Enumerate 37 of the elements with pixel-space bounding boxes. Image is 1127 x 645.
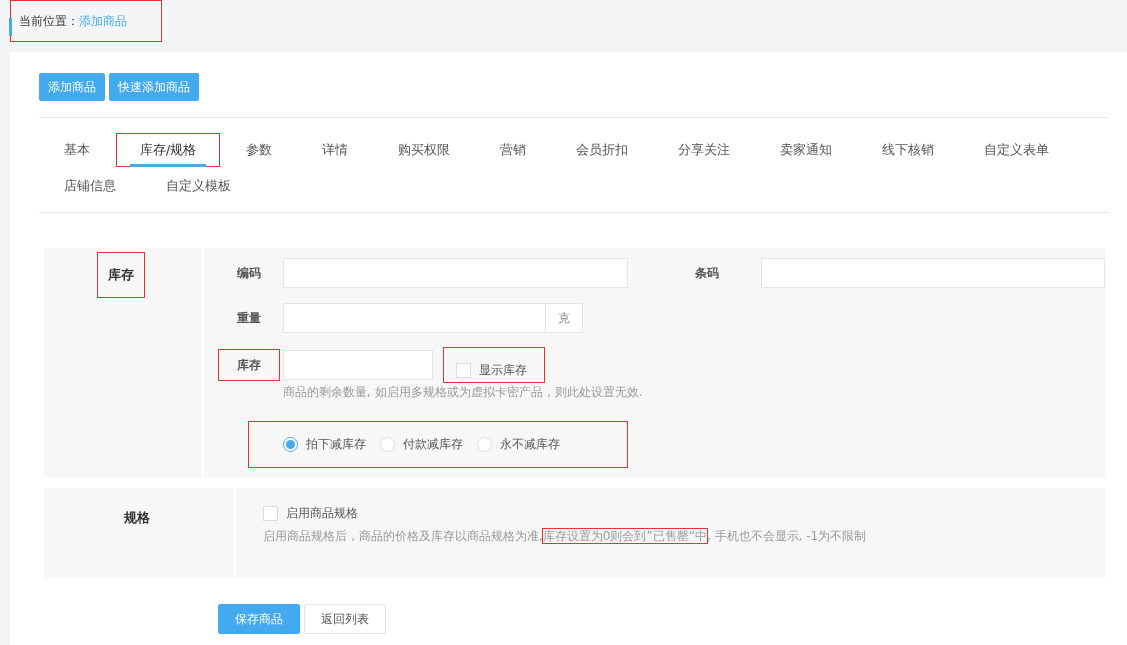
section-title: 库存 bbox=[98, 253, 145, 297]
radio-option[interactable]: 永不减库存 bbox=[477, 436, 560, 453]
input-field[interactable] bbox=[283, 303, 546, 333]
form-button[interactable]: 返回列表 bbox=[304, 604, 386, 634]
input-field[interactable] bbox=[283, 350, 433, 380]
tab[interactable]: 基本 bbox=[39, 132, 115, 168]
tab[interactable]: 线下核销 bbox=[857, 132, 960, 168]
field-label: 编码 bbox=[236, 265, 262, 282]
tab[interactable]: 营销 bbox=[475, 132, 552, 168]
tab[interactable]: 详情 bbox=[297, 132, 374, 168]
accent-bar bbox=[9, 18, 12, 36]
checkbox[interactable] bbox=[263, 506, 278, 521]
field-label: 库存 bbox=[219, 350, 279, 380]
tab[interactable]: 卖家通知 bbox=[755, 132, 858, 168]
tab[interactable]: 购买权限 bbox=[373, 132, 476, 168]
tab[interactable]: 分享关注 bbox=[653, 132, 756, 168]
hint-text: 启用商品规格后，商品的价格及库存以商品规格为准,库存设置为0则会到”已售罄“中, 手机也不会显示, -1为不限制 bbox=[263, 528, 868, 545]
enable-spec-checkbox[interactable]: 启用商品规格 bbox=[263, 505, 1105, 522]
checkbox[interactable] bbox=[456, 362, 471, 378]
show-stock-checkbox[interactable]: 显示库存 bbox=[444, 348, 544, 382]
tab[interactable]: 会员折扣 bbox=[551, 132, 654, 168]
tab[interactable]: 店铺信息 bbox=[39, 168, 141, 204]
tab[interactable]: 自定义表单 bbox=[959, 132, 1075, 168]
radio-option[interactable]: 拍下减库存 bbox=[283, 436, 366, 453]
radio-button[interactable] bbox=[283, 437, 298, 452]
field-label: 条码 bbox=[694, 265, 720, 282]
input-field[interactable] bbox=[761, 258, 1105, 288]
hint-text: 商品的剩余数量, 如启用多规格或为虚拟卡密产品，则此处设置无效. bbox=[283, 384, 644, 401]
tab[interactable]: 自定义模板 bbox=[141, 168, 256, 204]
breadcrumb-label: 当前位置： bbox=[19, 12, 79, 30]
tab[interactable]: 参数 bbox=[221, 132, 298, 168]
section-title: 规格 bbox=[123, 509, 151, 527]
tab[interactable]: 库存/规格 bbox=[115, 132, 222, 168]
input-field[interactable] bbox=[283, 258, 628, 288]
unit-addon: 克 bbox=[546, 303, 583, 333]
radio-option[interactable]: 付款减库存 bbox=[380, 436, 463, 453]
field-label: 重量 bbox=[236, 310, 262, 327]
